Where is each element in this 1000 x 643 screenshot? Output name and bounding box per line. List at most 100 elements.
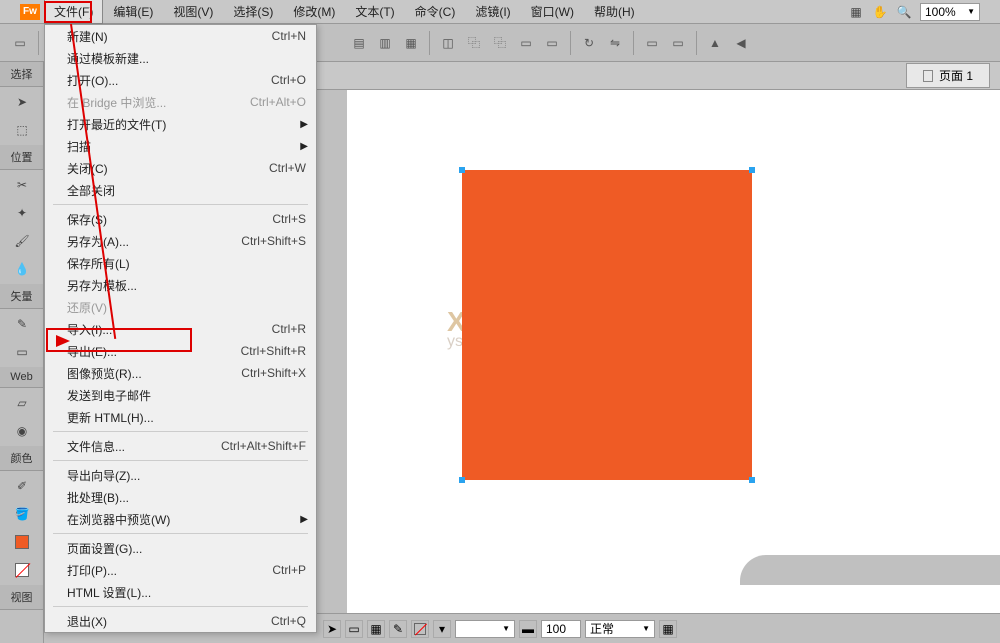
bridge-icon[interactable]: ▦ <box>848 4 864 20</box>
rotate-icon[interactable]: ↻ <box>577 31 601 55</box>
menu-item[interactable]: 导出向导(Z)... <box>45 464 316 486</box>
zoom-icon[interactable]: 🔍 <box>896 4 912 20</box>
menu-item[interactable]: 通过模板新建... <box>45 47 316 69</box>
selected-rectangle[interactable] <box>462 170 752 480</box>
brush-tool-icon[interactable]: 🖌 <box>2 228 42 254</box>
align-icon[interactable]: ▤ <box>347 31 371 55</box>
stroke-icon[interactable]: ✎ <box>389 620 407 638</box>
menu-view[interactable]: 视图(V) <box>163 0 223 24</box>
menu-item[interactable]: 页面设置(G)... <box>45 537 316 559</box>
menu-modify[interactable]: 修改(M) <box>283 0 345 24</box>
canvas-area: 页面 1 X I 网 ystem.com <box>317 62 1000 613</box>
slice-mode-icon[interactable]: ▦ <box>367 620 385 638</box>
tools-section-label: 选择 <box>0 62 43 87</box>
swatch2-icon[interactable] <box>2 557 42 583</box>
resize-handle[interactable] <box>459 167 465 173</box>
menu-item[interactable]: 另存为(A)...Ctrl+Shift+S <box>45 230 316 252</box>
hotspot-tool-icon[interactable]: ◉ <box>2 418 42 444</box>
stroke-select[interactable]: ▼ <box>455 620 515 638</box>
zoom-input[interactable]: 100%▼ <box>920 3 980 21</box>
menu-item[interactable]: 退出(X)Ctrl+Q <box>45 610 316 632</box>
swatch-icon[interactable] <box>2 529 42 555</box>
drop-tool-icon[interactable]: 💧 <box>2 256 42 282</box>
tools-section-label: Web <box>0 367 43 388</box>
menu-item[interactable]: 扫描▶ <box>45 135 316 157</box>
menu-command[interactable]: 命令(C) <box>405 0 466 24</box>
flip-icon[interactable]: ⇋ <box>603 31 627 55</box>
crop-tool-icon[interactable]: ✂ <box>2 172 42 198</box>
menu-item[interactable]: 打印(P)...Ctrl+P <box>45 559 316 581</box>
rect-tool-icon[interactable]: ▭ <box>2 339 42 365</box>
copy-icon[interactable]: ⿻ <box>462 31 486 55</box>
resize-handle[interactable] <box>749 477 755 483</box>
menu-item[interactable]: 打开最近的文件(T)▶ <box>45 113 316 135</box>
page-mode-icon[interactable]: ▭ <box>345 620 363 638</box>
tools-section-label: 位置 <box>0 145 43 170</box>
clone-icon[interactable]: ◫ <box>436 31 460 55</box>
menu-item[interactable]: 导出(E)...Ctrl+Shift+R <box>45 340 316 362</box>
page-tab[interactable]: 页面 1 <box>906 63 990 88</box>
no-stroke-icon[interactable] <box>411 620 429 638</box>
menu-item[interactable]: 在浏览器中预览(W)▶ <box>45 508 316 530</box>
menu-item[interactable]: 文件信息...Ctrl+Alt+Shift+F <box>45 435 316 457</box>
menu-window[interactable]: 窗口(W) <box>521 0 584 24</box>
menu-item[interactable]: 全部关闭 <box>45 179 316 201</box>
resize-handle[interactable] <box>749 167 755 173</box>
document-icon[interactable]: ▭ <box>8 31 32 55</box>
export-icon[interactable]: ▭ <box>640 31 664 55</box>
menu-edit[interactable]: 编辑(E) <box>103 0 163 24</box>
back-icon[interactable]: ▭ <box>540 31 564 55</box>
tools-section-label: 颜色 <box>0 446 43 471</box>
resize-handle[interactable] <box>459 477 465 483</box>
texture-icon[interactable]: ▦ <box>659 620 677 638</box>
menu-item[interactable]: 批处理(B)... <box>45 486 316 508</box>
paste-icon[interactable]: ⿻ <box>488 31 512 55</box>
menu-item[interactable]: 新建(N)Ctrl+N <box>45 25 316 47</box>
hand-icon[interactable]: ✋ <box>872 4 888 20</box>
menu-filter[interactable]: 滤镜(I) <box>465 0 520 24</box>
opacity-input[interactable]: 100 <box>541 620 581 638</box>
pen-tool-icon[interactable]: ✎ <box>2 311 42 337</box>
menu-item[interactable]: 另存为模板... <box>45 274 316 296</box>
import-icon[interactable]: ▭ <box>666 31 690 55</box>
menu-item[interactable]: 关闭(C)Ctrl+W <box>45 157 316 179</box>
file-menu-dropdown: 新建(N)Ctrl+N通过模板新建...打开(O)...Ctrl+O在 Brid… <box>44 24 317 633</box>
chevron-right-icon: ▶ <box>300 119 308 130</box>
tools-section-label: 视图 <box>0 585 43 610</box>
menu-item[interactable]: HTML 设置(L)... <box>45 581 316 603</box>
options-icon[interactable]: ▾ <box>433 620 451 638</box>
subselect-tool-icon[interactable]: ⬚ <box>2 117 42 143</box>
front-icon[interactable]: ▭ <box>514 31 538 55</box>
menu-help[interactable]: 帮助(H) <box>584 0 645 24</box>
fill-swatch-icon[interactable]: ▬ <box>519 620 537 638</box>
group-icon[interactable]: ▦ <box>399 31 423 55</box>
slice-tool-icon[interactable]: ▱ <box>2 390 42 416</box>
chevron-down-icon: ▼ <box>967 7 975 16</box>
menu-item[interactable]: 打开(O)...Ctrl+O <box>45 69 316 91</box>
eyedropper-tool-icon[interactable]: ✐ <box>2 473 42 499</box>
menu-select[interactable]: 选择(S) <box>223 0 283 24</box>
distribute-icon[interactable]: ▥ <box>373 31 397 55</box>
blend-mode-select[interactable]: 正常▼ <box>585 620 655 638</box>
canvas[interactable]: X I 网 ystem.com <box>347 90 1000 613</box>
menu-text[interactable]: 文本(T) <box>345 0 404 24</box>
tools-panel: 选择 ➤ ⬚ 位置 ✂ ✦ 🖌 💧 矢量 ✎ ▭ Web ▱ ◉ 颜色 ✐ 🪣 … <box>0 62 44 643</box>
panel-edge <box>740 555 1000 585</box>
chevron-right-icon: ▶ <box>300 514 308 525</box>
app-logo-icon: Fw <box>20 4 40 20</box>
pointer-mode-icon[interactable]: ➤ <box>323 620 341 638</box>
flip-v-icon[interactable]: ◀ <box>729 31 753 55</box>
menu-file[interactable]: 文件(F) <box>44 0 103 24</box>
flip-h-icon[interactable]: ▲ <box>703 31 727 55</box>
page-icon <box>923 70 933 82</box>
tab-bar: 页面 1 <box>317 62 1000 90</box>
menu-item[interactable]: 更新 HTML(H)... <box>45 406 316 428</box>
fill-tool-icon[interactable]: 🪣 <box>2 501 42 527</box>
menu-item[interactable]: 图像预览(R)...Ctrl+Shift+X <box>45 362 316 384</box>
menu-item[interactable]: 保存所有(L) <box>45 252 316 274</box>
menu-item[interactable]: 保存(S)Ctrl+S <box>45 208 316 230</box>
wand-tool-icon[interactable]: ✦ <box>2 200 42 226</box>
menu-item[interactable]: 导入(I)...Ctrl+R <box>45 318 316 340</box>
menu-item[interactable]: 发送到电子邮件 <box>45 384 316 406</box>
pointer-tool-icon[interactable]: ➤ <box>2 89 42 115</box>
